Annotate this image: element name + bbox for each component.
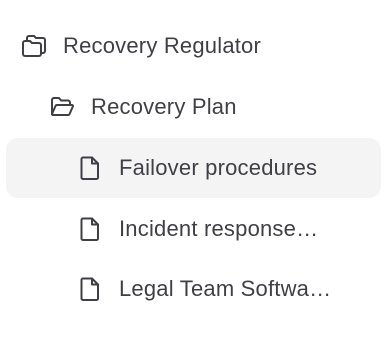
tree-item-label: Incident response… [119,216,319,241]
tree-item-incident-response[interactable]: Incident response… [6,199,381,259]
tree-item-failover-procedures[interactable]: Failover procedures [6,138,381,198]
collection-icon [21,33,47,59]
tree-item-recovery-plan[interactable]: Recovery Plan [6,77,381,137]
tree-item-recovery-regulator[interactable]: Recovery Regulator [6,16,381,76]
sidebar-tree: Recovery Regulator Recovery Plan Failove… [0,0,387,337]
folder-open-icon [49,94,75,120]
document-icon [77,276,103,302]
document-icon [77,216,103,242]
document-icon [77,155,103,181]
tree-item-legal-team-software[interactable]: Legal Team Softwa… [6,259,381,319]
tree-item-label: Failover procedures [119,155,318,180]
tree-item-label: Legal Team Softwa… [119,276,332,301]
tree-item-label: Recovery Plan [91,94,237,119]
tree-item-label: Recovery Regulator [63,33,262,58]
